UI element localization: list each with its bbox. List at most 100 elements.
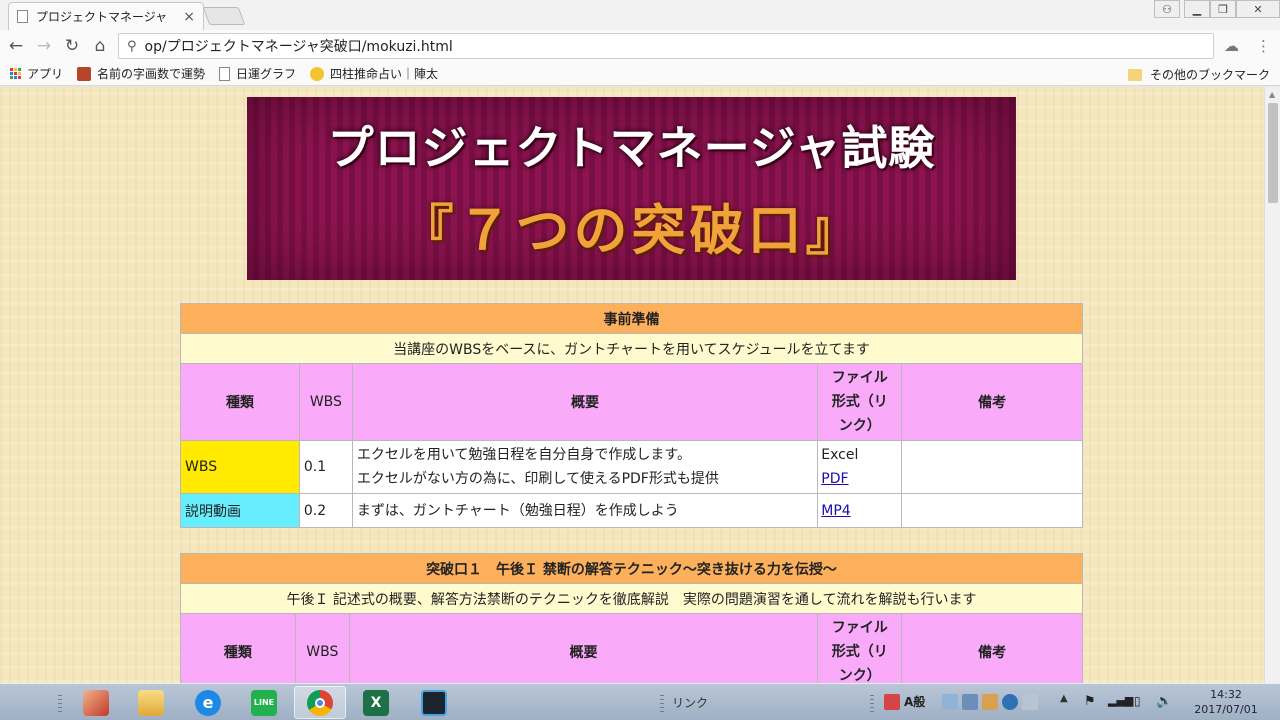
row-wbs: 0.1 [298,440,353,494]
col-type: 種類 [180,363,300,441]
row-type: WBS [180,440,300,494]
home-icon: ⌂ [94,36,106,56]
col-format: ファイル 形式（リ ンク） [817,613,903,683]
network-icon[interactable]: ▂▄▆ [1108,694,1133,710]
folder-icon [1127,68,1142,81]
banner-subtitle: 『７つの突破口』 [399,198,864,262]
person-icon: ⚇ [1162,2,1172,16]
page-banner: プロジェクトマネージャ試験 『７つの突破口』 [247,97,1016,280]
col-format: ファイル 形式（リ ンク） [817,363,903,441]
photo-app-icon [83,689,109,716]
mp4-link[interactable]: MP4 [821,503,850,519]
page-scrollbar[interactable]: ▲ [1264,87,1280,683]
explorer-folder-icon [138,689,164,716]
extension-icon[interactable]: ☁ [1224,37,1239,55]
url-text: op/プロジェクトマネージャ突破口/mokuzi.html [144,39,453,55]
internet-explorer-icon: e [195,689,221,716]
section-breakthrough1-table: 突破口１ 午後Ｉ 禁断の解答テクニック～突き抜ける力を伝授～ 午後Ｉ 記述式の概… [180,553,1083,683]
col-wbs: WBS [298,363,353,441]
row-summary: まずは、ガントチャート（勉強日程）を作成しよう [351,493,819,528]
media-app-icon [421,689,447,716]
page-icon [219,66,231,81]
scroll-up-icon[interactable]: ▲ [1269,90,1275,99]
flag-icon[interactable]: ⚑ [1084,694,1100,710]
col-summary: 概要 [351,363,819,441]
link-toolbar[interactable]: リンク [672,694,708,711]
system-clock[interactable]: 14:32 2017/07/01 [1186,687,1266,717]
taskbar-media[interactable] [408,686,460,719]
other-bookmarks[interactable]: その他のブックマーク [1127,66,1270,83]
banner-title: プロジェクトマネージャ試験 [327,121,936,175]
ime-mode-indicator[interactable]: A般 [904,693,925,710]
section-title: 事前準備 [180,303,1083,334]
reload-button[interactable]: ↻ [61,35,83,57]
taskbar-chrome[interactable] [294,686,346,719]
table-row: 説明動画 0.2 まずは、ガントチャート（勉強日程）を作成しよう MP4 [180,493,1083,528]
section-prep-table: 事前準備 当講座のWBSをベースに、ガントチャートを用いてスケジュールを立てます… [180,303,1083,528]
arrow-left-icon: ← [8,36,24,56]
battery-icon[interactable]: ▯ [1134,694,1150,710]
caps-kana-indicator-icon [1022,694,1038,710]
section-subtitle: 午後Ｉ 記述式の概要、解答方法禁断のテクニックを徹底解説 実際の問題演習を通して… [180,583,1083,614]
row-format: Excel PDF [817,440,903,494]
row-format: MP4 [817,493,903,528]
taskbar-grip[interactable] [660,692,664,712]
section-title: 突破口１ 午後Ｉ 禁断の解答テクニック～突き抜ける力を伝授～ [180,553,1083,584]
restore-button[interactable]: ❐ [1210,0,1236,18]
search-icon: ⚲ [127,38,137,54]
forward-button[interactable]: → [33,35,55,57]
minimize-button[interactable]: ▁ [1184,0,1210,18]
line-app-icon: LINE [251,689,277,716]
pdf-link[interactable]: PDF [821,471,848,487]
bookmark-apps[interactable]: アプリ [10,65,63,82]
col-type: 種類 [180,613,296,683]
face-icon [310,66,325,81]
browser-tab[interactable]: プロジェクトマネージャ × [8,2,204,30]
bookmark-red-icon [77,66,92,81]
tab-title: プロジェクトマネージャ [36,10,168,24]
page-icon [17,10,28,23]
taskbar-grip[interactable] [58,692,62,712]
bookmark-name-fortune[interactable]: 名前の字画数で運勢 [77,65,205,82]
taskbar-ie[interactable]: e [182,686,234,719]
new-tab-button[interactable] [202,7,246,25]
taskbar-excel[interactable]: X [350,686,402,719]
taskbar-photo-app[interactable] [70,686,122,719]
browser-titlebar: プロジェクトマネージャ × ⚇ ▁ ❐ ✕ [0,0,1280,30]
ime-dictionary-icon[interactable] [962,694,978,710]
row-notes [901,493,1083,528]
column-header-row: 種類 WBS 概要 ファイル 形式（リ ンク） 備考 [180,363,1083,441]
row-type: 説明動画 [180,493,300,528]
user-profile-button[interactable]: ⚇ [1154,0,1180,18]
back-button[interactable]: ← [5,35,27,57]
taskbar-grip[interactable] [870,692,874,712]
help-icon[interactable] [1002,694,1018,710]
volume-icon[interactable]: 🔈 [1156,694,1172,710]
browser-toolbar: ← → ↻ ⌂ ⚲ op/プロジェクトマネージャ突破口/mokuzi.html … [0,30,1280,62]
col-summary: 概要 [348,613,819,683]
scroll-thumb[interactable] [1268,103,1278,203]
menu-icon[interactable]: ⋮ [1256,37,1271,55]
show-hidden-icons[interactable]: ▲ [1060,693,1068,704]
close-window-button[interactable]: ✕ [1236,0,1280,18]
chrome-icon [307,689,333,716]
ime-tool-icon[interactable] [942,694,958,710]
excel-icon: X [363,689,389,716]
taskbar-line[interactable]: LINE [238,686,290,719]
row-wbs: 0.2 [298,493,353,528]
page-viewport: プロジェクトマネージャ試験 『７つの突破口』 事前準備 当講座のWBSをベースに… [0,87,1264,683]
ime-tool-icon[interactable] [982,694,998,710]
address-bar[interactable]: ⚲ op/プロジェクトマネージャ突破口/mokuzi.html [118,33,1214,59]
col-notes: 備考 [901,613,1083,683]
security-tray-icon[interactable] [884,694,900,710]
windows-taskbar: e LINE X リンク A般 ▲ ⚑ ▂▄▆ ▯ 🔈 14:32 2017/0… [0,683,1280,720]
arrow-right-icon: → [36,36,52,56]
table-row: WBS 0.1 エクセルを用いて勉強日程を自分自身で作成します。 エクセルがない… [180,440,1083,494]
bookmark-shichu[interactable]: 四柱推命占い｜陣太 [310,65,438,82]
taskbar-explorer[interactable] [125,686,177,719]
close-tab-icon[interactable]: × [183,9,195,25]
row-summary: エクセルを用いて勉強日程を自分自身で作成します。 エクセルがない方の為に、印刷し… [351,440,819,494]
home-button[interactable]: ⌂ [89,35,111,57]
bookmark-daily-graph[interactable]: 日運グラフ [219,65,296,82]
format-text: Excel [821,447,859,463]
